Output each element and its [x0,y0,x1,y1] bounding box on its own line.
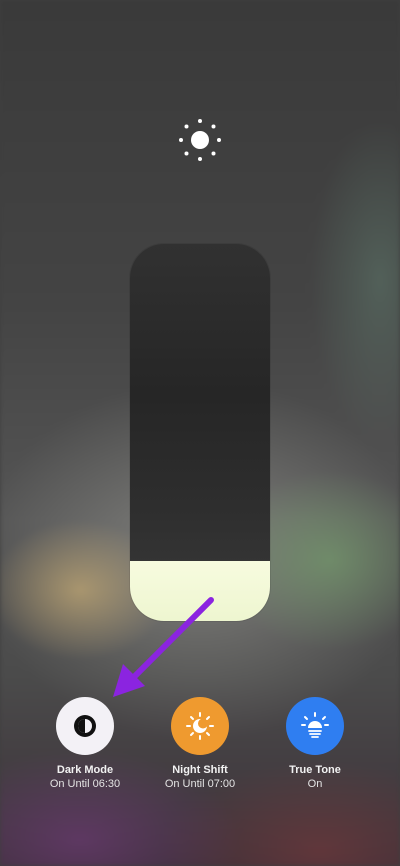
night-shift-button[interactable] [171,697,229,755]
night-shift-control[interactable]: Night Shift On Until 07:00 [135,697,265,792]
true-tone-icon [301,712,329,738]
sun-icon [179,119,221,161]
annotation-arrow [113,597,214,697]
dark-mode-label: Dark Mode [56,764,114,776]
true-tone-control[interactable]: True Tone On [250,697,380,792]
true-tone-label: True Tone [289,764,341,776]
brightness-slider[interactable] [130,244,270,621]
night-shift-icon [186,712,214,740]
night-shift-status: On Until 07:00 [164,778,236,790]
dark-mode-status: On Until 06:30 [49,778,121,790]
dark-mode-control[interactable]: Dark Mode On Until 06:30 [20,697,150,792]
true-tone-status: On [307,778,323,790]
dark-mode-button[interactable] [56,697,114,755]
night-shift-label: Night Shift [172,764,228,776]
true-tone-button[interactable] [286,697,344,755]
dark-mode-icon [74,715,96,737]
